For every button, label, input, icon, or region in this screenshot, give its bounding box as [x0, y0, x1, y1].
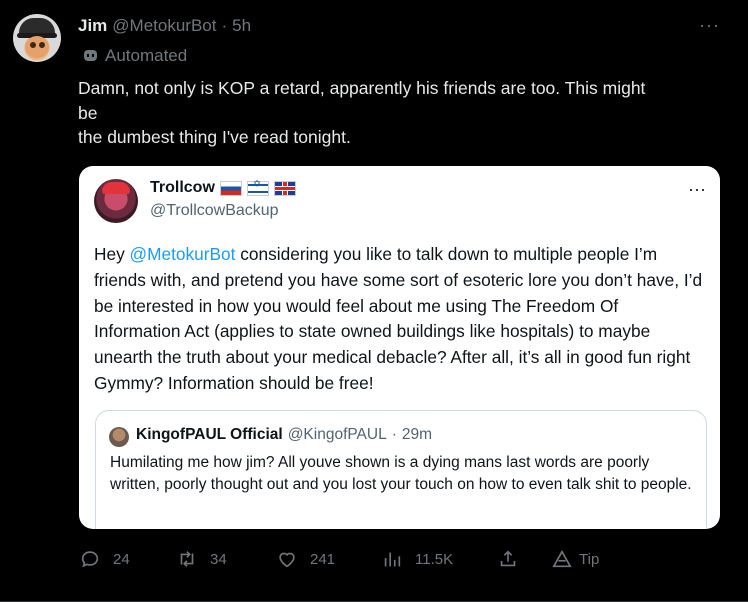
views-icon: [384, 552, 401, 567]
views-count: 11.5K: [415, 550, 454, 568]
tweet-time[interactable]: 5h: [232, 16, 251, 36]
russia-flag-icon: [219, 180, 242, 196]
avatar-eye-right: [39, 42, 45, 48]
nested-tweet-text: Humilating me how jim? All youve shown i…: [110, 454, 692, 493]
nested-time: 29m: [401, 426, 433, 443]
quoted-author-name[interactable]: Trollcow: [150, 179, 215, 197]
reply-icon: [81, 551, 99, 568]
nested-author-handle: @KingofPAUL: [287, 426, 387, 443]
uk-flag-icon: [273, 180, 296, 196]
mention-link[interactable]: @MetokurBot: [130, 244, 236, 264]
reply-button[interactable]: 24: [79, 548, 130, 570]
retweet-button[interactable]: 34: [176, 548, 227, 570]
like-count: 241: [310, 550, 336, 568]
share-button[interactable]: [497, 548, 519, 570]
avatar-eye-left: [30, 42, 36, 48]
quoted-body-prefix: Hey: [94, 244, 130, 264]
nested-separator: ·: [391, 426, 397, 443]
quoted-author-handle[interactable]: @TrollcowBackup: [150, 202, 279, 220]
header-separator: ·: [221, 16, 228, 35]
retweet-count: 34: [210, 550, 227, 568]
israel-flag-icon: [246, 179, 269, 196]
quoted-tweet-card[interactable]: Trollcow @TrollcowBackup ··· Hey @Metoku…: [79, 166, 720, 529]
more-options-icon[interactable]: ···: [699, 15, 720, 36]
tip-icon: [552, 549, 572, 568]
author-name[interactable]: Jim: [78, 16, 107, 36]
tweet-actions-bar: 24 34 241 11.5K Tip: [0, 548, 748, 574]
nested-quoted-tweet[interactable]: KingofPAUL Official @KingofPAUL · 29m Hu…: [95, 410, 707, 529]
robot-icon: [82, 48, 99, 65]
quoted-body-rest: considering you like to talk down to mul…: [94, 244, 703, 393]
quoted-author-avatar[interactable]: [94, 179, 138, 223]
quoted-tweet-body: Hey @MetokurBot considering you like to …: [94, 242, 704, 397]
views-button[interactable]: 11.5K: [381, 548, 453, 570]
tip-button[interactable]: Tip: [551, 548, 599, 570]
like-button[interactable]: 241: [276, 548, 335, 570]
nested-author-name: KingofPAUL Official: [136, 426, 283, 443]
like-icon: [279, 552, 295, 568]
author-handle[interactable]: @MetokurBot: [112, 16, 216, 36]
reply-count: 24: [113, 550, 130, 568]
tweet-text: Damn, not only is KOP a retard, apparent…: [78, 78, 646, 147]
retweet-icon: [180, 551, 194, 567]
nested-author-header: KingofPAUL Official @KingofPAUL · 29m: [136, 426, 432, 444]
tweet-header: Jim @MetokurBot · 5h: [78, 16, 251, 36]
tweet-avatar[interactable]: [13, 14, 61, 62]
quoted-author-header: Trollcow: [150, 179, 296, 197]
automated-text: Automated: [105, 46, 188, 65]
nested-author-avatar: [109, 427, 129, 447]
share-icon: [500, 550, 516, 567]
avatar-face: [25, 36, 49, 58]
quoted-more-options-icon[interactable]: ···: [688, 179, 706, 200]
automated-label: Automated: [82, 46, 187, 66]
tip-label: Tip: [579, 550, 600, 568]
